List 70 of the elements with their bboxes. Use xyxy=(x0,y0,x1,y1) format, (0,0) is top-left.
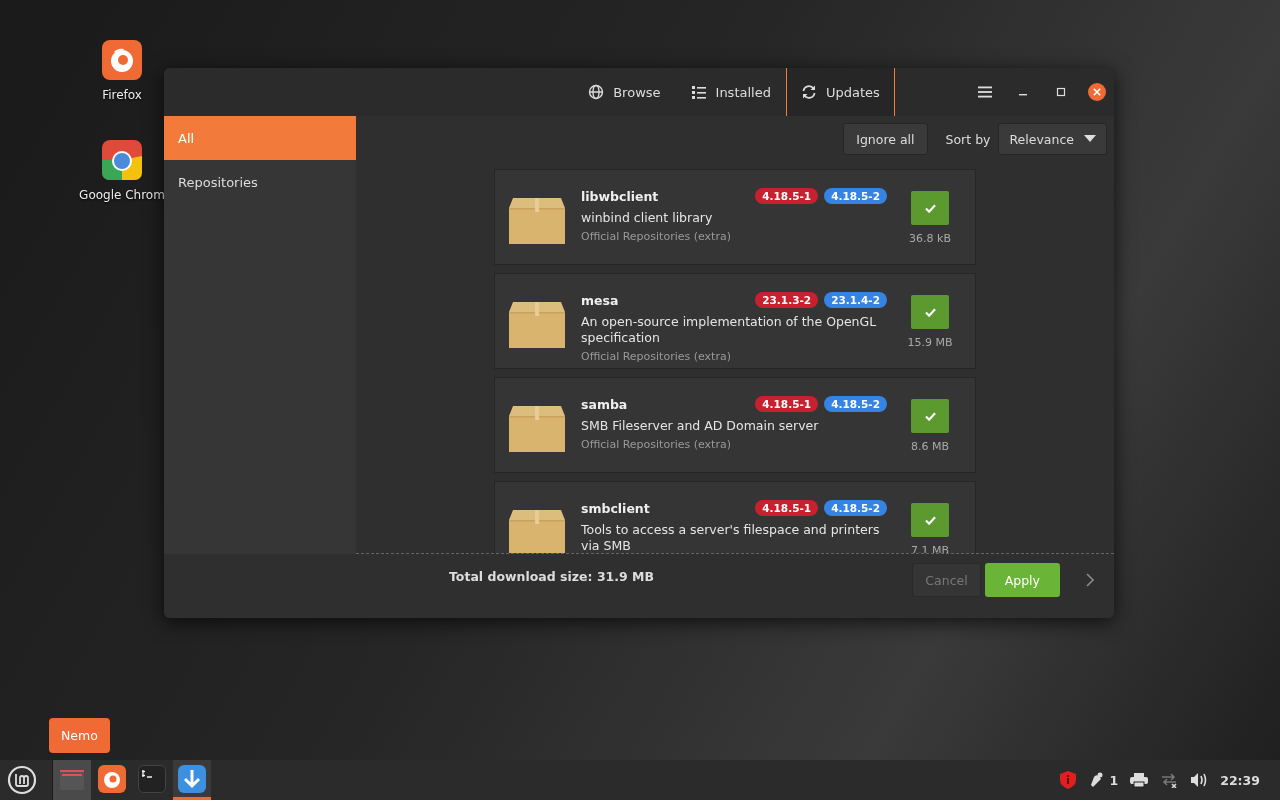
close-icon xyxy=(1093,88,1101,96)
taskbar-app-button[interactable] xyxy=(173,760,211,800)
ignore-all-button[interactable]: Ignore all xyxy=(843,123,928,155)
package-box-icon xyxy=(509,510,565,553)
package-description: Tools to access a server's filespace and printers via SMB xyxy=(581,522,881,553)
new-version-badge: 23.1.4-2 xyxy=(824,292,887,308)
package-name: mesa xyxy=(581,292,620,308)
nav-tab[interactable]: Updates xyxy=(785,68,895,116)
old-version-badge: 23.1.3-2 xyxy=(755,292,819,308)
menu-logo-icon[interactable] xyxy=(7,765,37,795)
old-version-badge: 4.18.5-1 xyxy=(755,188,819,204)
chevron-right-icon[interactable] xyxy=(1086,573,1094,587)
select-checkbox[interactable] xyxy=(911,295,949,329)
repository-label: Official Repositories (extra) xyxy=(581,350,732,363)
new-version-badge: 4.18.5-2 xyxy=(824,396,887,412)
caret-icon xyxy=(1084,135,1096,143)
fox-app-icon[interactable] xyxy=(102,40,142,80)
close-button[interactable] xyxy=(1088,83,1106,101)
select-checkbox[interactable] xyxy=(911,191,949,225)
select-checkbox[interactable] xyxy=(911,399,949,433)
shield-icon[interactable] xyxy=(1059,771,1076,789)
package-name: smbclient xyxy=(581,500,651,516)
clock[interactable]: 22:39 xyxy=(1220,772,1260,788)
select-checkbox[interactable] xyxy=(911,503,949,537)
repository-label: Official Repositories (extra) xyxy=(581,438,732,451)
package-card[interactable]: mesa 23.1.3-2 23.1.4-2 An open-source implementation of the OpenGL specification Official Repositories (extra) 15.9 MB xyxy=(494,273,976,369)
package-box-icon xyxy=(509,406,565,452)
network-disconnected-icon[interactable] xyxy=(1160,772,1179,788)
volume-icon[interactable] xyxy=(1190,772,1209,788)
sort-dropdown[interactable]: Relevance xyxy=(998,123,1107,155)
package-description: An open-source implementation of the OpenGL specification xyxy=(581,314,878,346)
minimize-icon xyxy=(1019,94,1027,96)
total-download-size: Total download size: 31.9 MB xyxy=(449,568,655,584)
menu-icon xyxy=(977,84,993,100)
maximize-icon xyxy=(1056,87,1066,97)
terminal-icon xyxy=(138,764,166,793)
nav-tab[interactable]: Browse xyxy=(573,68,676,116)
package-card[interactable]: samba 4.18.5-1 4.18.5-2 SMB Fileserver and AD Domain server Official Repositories (extra) 8.6 MB xyxy=(494,377,976,473)
download-size: 36.8 kB xyxy=(909,232,951,245)
tooltip: Nemo xyxy=(49,718,110,753)
checkmark-icon xyxy=(924,411,936,421)
fox-app-icon xyxy=(98,764,126,793)
package-description: SMB Fileserver and AD Domain server xyxy=(581,418,820,434)
package-name: samba xyxy=(581,396,629,412)
checkmark-icon xyxy=(924,307,936,317)
package-box-icon xyxy=(509,198,565,244)
notification-count: 1 xyxy=(1109,772,1119,788)
old-version-badge: 4.18.5-1 xyxy=(755,396,819,412)
desktop-icon-label[interactable]: Firefox xyxy=(102,88,142,102)
nav-tab[interactable]: Installed xyxy=(675,68,786,116)
download-size: 15.9 MB xyxy=(907,336,953,349)
download-size: 8.6 MB xyxy=(911,440,949,453)
repository-label: Official Repositories (extra) xyxy=(581,230,732,243)
package-card[interactable]: libwbclient 4.18.5-1 4.18.5-2 winbind client library Official Repositories (extra) 36.8 kB xyxy=(494,169,976,265)
desktop-icon-label[interactable]: Google Chrom xyxy=(79,188,165,202)
sidebar-item[interactable]: Repositories xyxy=(164,160,356,204)
checkmark-icon xyxy=(924,515,936,525)
sort-label: Sort by xyxy=(945,131,991,147)
new-version-badge: 4.18.5-2 xyxy=(824,188,887,204)
printer-icon[interactable] xyxy=(1130,772,1149,788)
package-name: libwbclient xyxy=(581,188,660,204)
package-box-icon xyxy=(509,302,565,348)
globe-icon xyxy=(588,84,605,100)
checkmark-icon xyxy=(924,203,936,213)
browser-app-icon[interactable] xyxy=(102,140,142,180)
new-version-badge: 4.18.5-2 xyxy=(824,500,887,516)
package-description: winbind client library xyxy=(581,210,714,226)
old-version-badge: 4.18.5-1 xyxy=(755,500,819,516)
refresh-icon xyxy=(800,84,817,100)
list-icon xyxy=(690,84,707,100)
